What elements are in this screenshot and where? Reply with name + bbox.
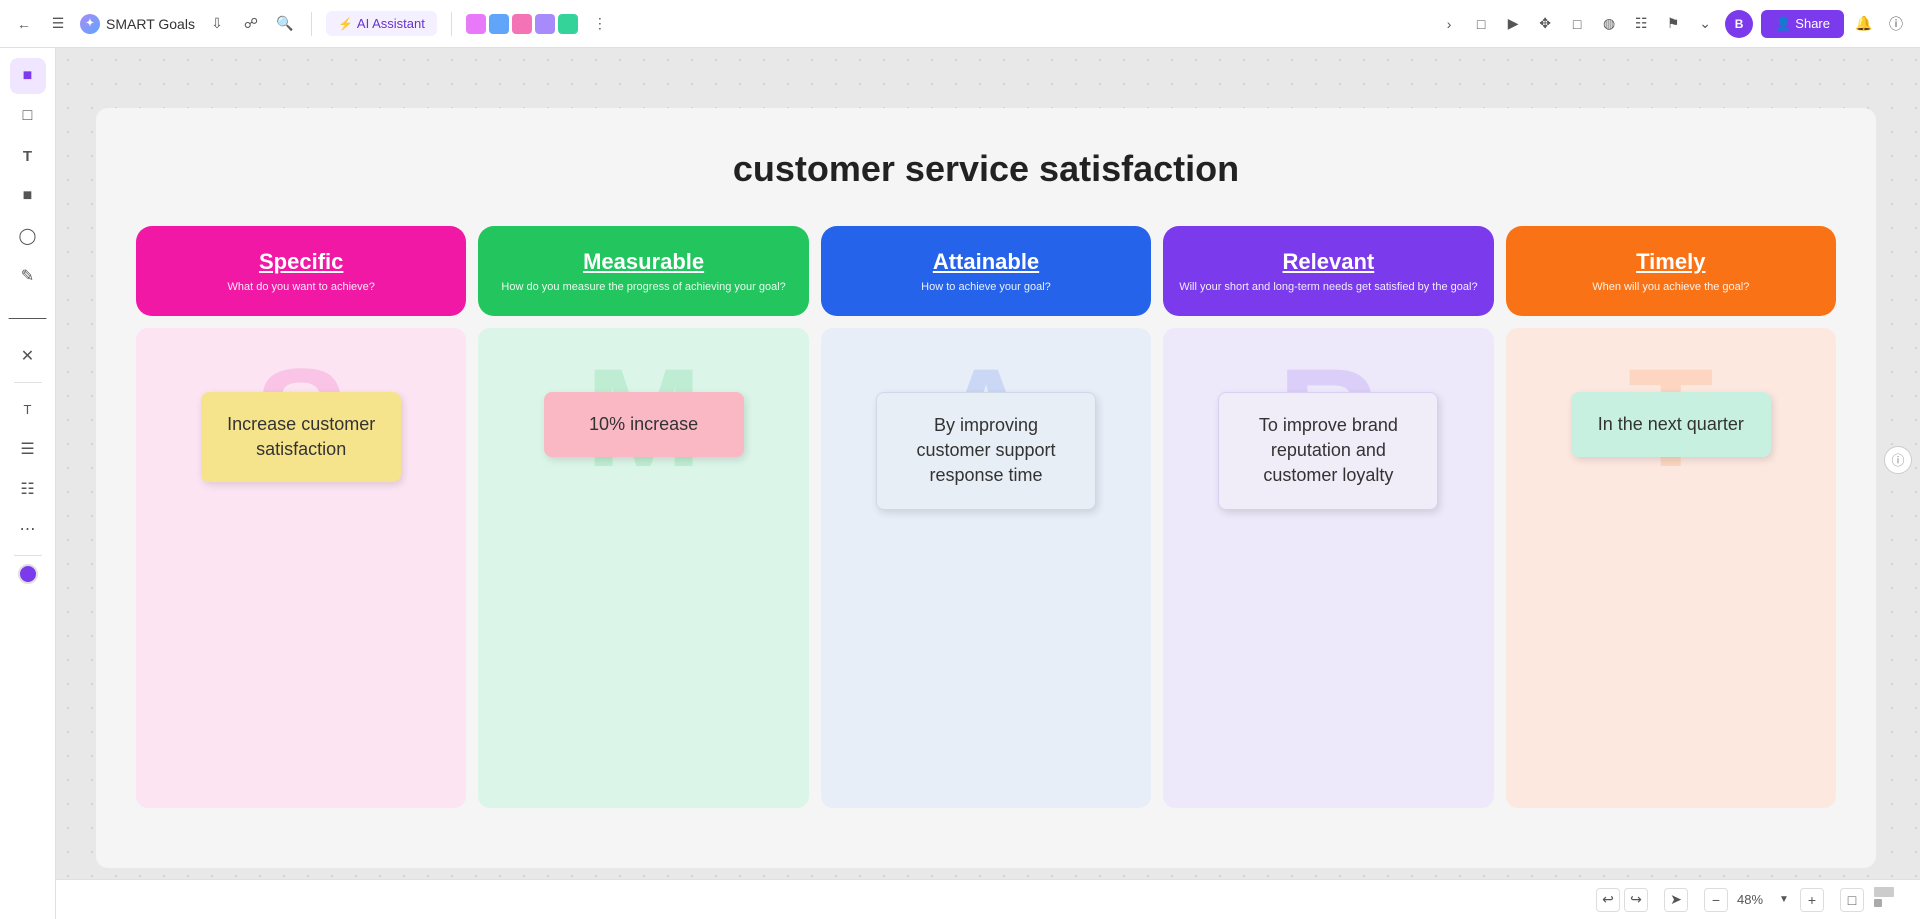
search-icon[interactable]: 🔍 xyxy=(273,12,297,36)
relevant-body: R To improve brand reputation and custom… xyxy=(1163,328,1493,808)
cursor-tool[interactable]: ➤ xyxy=(1664,888,1688,912)
relevant-note[interactable]: To improve brand reputation and customer… xyxy=(1218,392,1438,510)
sidebar-list-icon[interactable]: ☰ xyxy=(10,431,46,467)
timely-title: Timely xyxy=(1636,249,1705,275)
menu-button[interactable]: ☰ xyxy=(46,12,70,36)
toolbar-right: › □ ▶ ✥ □ ◍ ☷ ⚑ ⌄ B 👤 Share 🔔 ⓘ xyxy=(1437,10,1908,38)
timely-column: Timely When will you achieve the goal? T… xyxy=(1506,226,1836,808)
sidebar-divider-1 xyxy=(14,382,42,383)
main-title: customer service satisfaction xyxy=(136,148,1836,190)
toolbar: ← ☰ ✦ SMART Goals ⇩ ☍ 🔍 ⚡ AI Assistant ⋮ xyxy=(0,0,1920,48)
user-avatar: B xyxy=(1725,10,1753,38)
divider-2 xyxy=(451,12,452,36)
download-icon[interactable]: ⇩ xyxy=(205,12,229,36)
redo-button[interactable]: ↪ xyxy=(1624,888,1648,912)
help-icon[interactable]: ⓘ xyxy=(1884,12,1908,36)
sidebar-sticky-icon[interactable]: ■ xyxy=(10,178,46,214)
sidebar-eraser-icon[interactable]: ✕ xyxy=(10,338,46,374)
smart-grid: Specific What do you want to achieve? S … xyxy=(136,226,1836,808)
canvas-area[interactable]: customer service satisfaction Specific W… xyxy=(56,48,1920,919)
sidebar-shape-icon[interactable]: ◯ xyxy=(10,218,46,254)
measurable-body: M 10% increase xyxy=(478,328,808,808)
timely-header: Timely When will you achieve the goal? xyxy=(1506,226,1836,316)
timely-note[interactable]: In the next quarter xyxy=(1571,392,1771,457)
avatar-1 xyxy=(466,14,486,34)
attainable-body: A By improving customer support response… xyxy=(821,328,1151,808)
attainable-title: Attainable xyxy=(933,249,1039,275)
timely-body: T In the next quarter xyxy=(1506,328,1836,808)
notification-icon[interactable]: 🔔 xyxy=(1852,12,1876,36)
sidebar-table-icon[interactable]: ☷ xyxy=(10,471,46,507)
chevron-right-icon[interactable]: › xyxy=(1437,12,1461,36)
toolbar-left: ← ☰ ✦ SMART Goals ⇩ ☍ 🔍 ⚡ AI Assistant ⋮ xyxy=(12,11,1429,36)
zoom-control: ↩ ↪ ➤ − 48% ▼ + □ xyxy=(1596,888,1864,912)
specific-column: Specific What do you want to achieve? S … xyxy=(136,226,466,808)
doc-title[interactable]: SMART Goals xyxy=(106,16,195,32)
info-icon[interactable]: ⓘ xyxy=(1884,446,1912,474)
sidebar-text-icon[interactable]: T xyxy=(10,138,46,174)
specific-title: Specific xyxy=(259,249,343,275)
zoom-level: 48% xyxy=(1732,892,1768,907)
timer-icon[interactable]: ◍ xyxy=(1597,12,1621,36)
bottom-bar: ↩ ↪ ➤ − 48% ▼ + □ xyxy=(56,879,1920,919)
more-icon[interactable]: ⋮ xyxy=(588,12,612,36)
sidebar-highlight-icon[interactable]: ⸻ xyxy=(10,298,46,334)
color-indicator[interactable] xyxy=(18,564,38,584)
fullscreen-button[interactable]: □ xyxy=(1840,888,1864,912)
relevant-subtitle: Will your short and long-term needs get … xyxy=(1179,281,1477,293)
content-area: customer service satisfaction Specific W… xyxy=(96,108,1876,868)
specific-body: S Increase customer satisfaction xyxy=(136,328,466,808)
measurable-subtitle: How do you measure the progress of achie… xyxy=(501,281,785,293)
tag-icon[interactable]: ☍ xyxy=(239,12,263,36)
attainable-column: Attainable How to achieve your goal? A B… xyxy=(821,226,1151,808)
left-sidebar: ■ □ T ■ ◯ ✎ ⸻ ✕ T ☰ ☷ ⋯ xyxy=(0,48,56,919)
sidebar-home-icon[interactable]: ■ xyxy=(10,58,46,94)
zoom-in-button[interactable]: + xyxy=(1800,888,1824,912)
attainable-note[interactable]: By improving customer support response t… xyxy=(876,392,1096,510)
timely-subtitle: When will you achieve the goal? xyxy=(1592,281,1749,293)
relevant-column: Relevant Will your short and long-term n… xyxy=(1163,226,1493,808)
divider-1 xyxy=(311,12,312,36)
sidebar-frame-icon[interactable]: □ xyxy=(10,98,46,134)
specific-subtitle: What do you want to achieve? xyxy=(228,281,375,293)
measurable-note[interactable]: 10% increase xyxy=(544,392,744,457)
back-button[interactable]: ← xyxy=(12,12,36,36)
cursor-icon[interactable]: ✥ xyxy=(1533,12,1557,36)
sidebar-pen-icon[interactable]: ✎ xyxy=(10,258,46,294)
zoom-out-button[interactable]: − xyxy=(1704,888,1728,912)
avatar-2 xyxy=(489,14,509,34)
avatar-4 xyxy=(535,14,555,34)
app-logo: ✦ xyxy=(80,14,100,34)
measurable-column: Measurable How do you measure the progre… xyxy=(478,226,808,808)
bottom-map-button[interactable] xyxy=(1872,885,1904,914)
grid-icon[interactable]: ☷ xyxy=(1629,12,1653,36)
attainable-subtitle: How to achieve your goal? xyxy=(921,281,1051,293)
flag-icon[interactable]: ⚑ xyxy=(1661,12,1685,36)
measurable-header: Measurable How do you measure the progre… xyxy=(478,226,808,316)
specific-note[interactable]: Increase customer satisfaction xyxy=(201,392,401,482)
play-icon[interactable]: ▶ xyxy=(1501,12,1525,36)
collaborator-avatars xyxy=(466,14,578,34)
attainable-header: Attainable How to achieve your goal? xyxy=(821,226,1151,316)
sidebar-more-icon[interactable]: ⋯ xyxy=(10,511,46,547)
relevant-title: Relevant xyxy=(1283,249,1375,275)
measurable-title: Measurable xyxy=(583,249,704,275)
specific-header: Specific What do you want to achieve? xyxy=(136,226,466,316)
insert-icon[interactable]: □ xyxy=(1469,12,1493,36)
chevron-down-icon[interactable]: ⌄ xyxy=(1693,12,1717,36)
undo-button[interactable]: ↩ xyxy=(1596,888,1620,912)
zoom-dropdown-icon[interactable]: ▼ xyxy=(1772,888,1796,912)
comment-icon[interactable]: □ xyxy=(1565,12,1589,36)
ai-assistant-button[interactable]: ⚡ AI Assistant xyxy=(326,11,437,36)
share-button[interactable]: 👤 Share xyxy=(1761,10,1844,38)
sidebar-text2-icon[interactable]: T xyxy=(10,391,46,427)
avatar-5 xyxy=(558,14,578,34)
sidebar-divider-2 xyxy=(14,555,42,556)
avatar-3 xyxy=(512,14,532,34)
relevant-header: Relevant Will your short and long-term n… xyxy=(1163,226,1493,316)
